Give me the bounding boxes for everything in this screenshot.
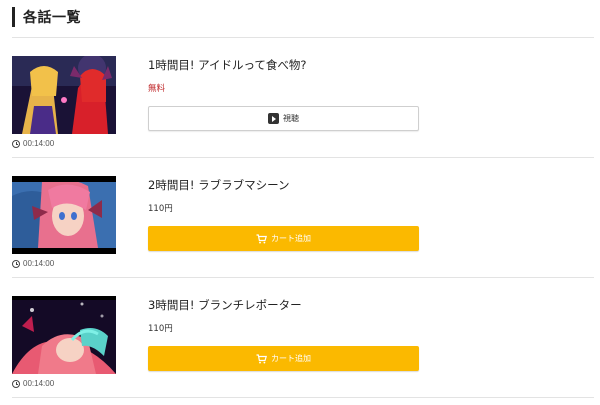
divider: [12, 397, 594, 398]
cart-icon: [256, 233, 267, 243]
episode-item-1: 00:14:00 1時間目! アイドルって食べ物? 無料 視聴: [12, 38, 594, 158]
episode-thumbnail[interactable]: [12, 176, 116, 254]
episode-price: 110円: [148, 204, 173, 214]
section-header: 各話一覧: [12, 6, 81, 28]
section-accent-bar: [12, 7, 15, 27]
episode-duration: 00:14:00: [12, 139, 54, 148]
clock-icon: [12, 259, 20, 268]
duration-text: 00:14:00: [23, 379, 55, 388]
episode-price: 110円: [148, 324, 173, 334]
episode-item-2: 00:14:00 2時間目! ラブラブマシーン 110円 カート追加: [12, 158, 594, 278]
episode-title[interactable]: 2時間目! ラブラブマシーン: [148, 177, 290, 193]
cart-button-label: カート追加: [271, 234, 311, 243]
watch-button-label: 視聴: [283, 114, 299, 123]
section-title: 各話一覧: [23, 10, 81, 26]
episode-title[interactable]: 1時間目! アイドルって食べ物?: [148, 57, 307, 73]
watch-button[interactable]: 視聴: [148, 106, 419, 131]
duration-text: 00:14:00: [23, 259, 55, 268]
clock-icon: [12, 379, 20, 388]
episode-price: 無料: [148, 84, 166, 94]
play-icon: [268, 113, 279, 124]
cart-icon: [256, 353, 267, 363]
add-to-cart-button[interactable]: カート追加: [148, 226, 419, 251]
cart-button-label: カート追加: [271, 354, 311, 363]
episode-duration: 00:14:00: [12, 259, 54, 268]
duration-text: 00:14:00: [23, 139, 55, 148]
episode-title[interactable]: 3時間目! ブランチレポーター: [148, 297, 302, 313]
episode-thumbnail[interactable]: [12, 56, 116, 134]
clock-icon: [12, 139, 20, 148]
add-to-cart-button[interactable]: カート追加: [148, 346, 419, 371]
episode-duration: 00:14:00: [12, 379, 54, 388]
episode-thumbnail[interactable]: [12, 296, 116, 374]
episode-item-3: 00:14:00 3時間目! ブランチレポーター 110円 カート追加: [12, 278, 594, 398]
